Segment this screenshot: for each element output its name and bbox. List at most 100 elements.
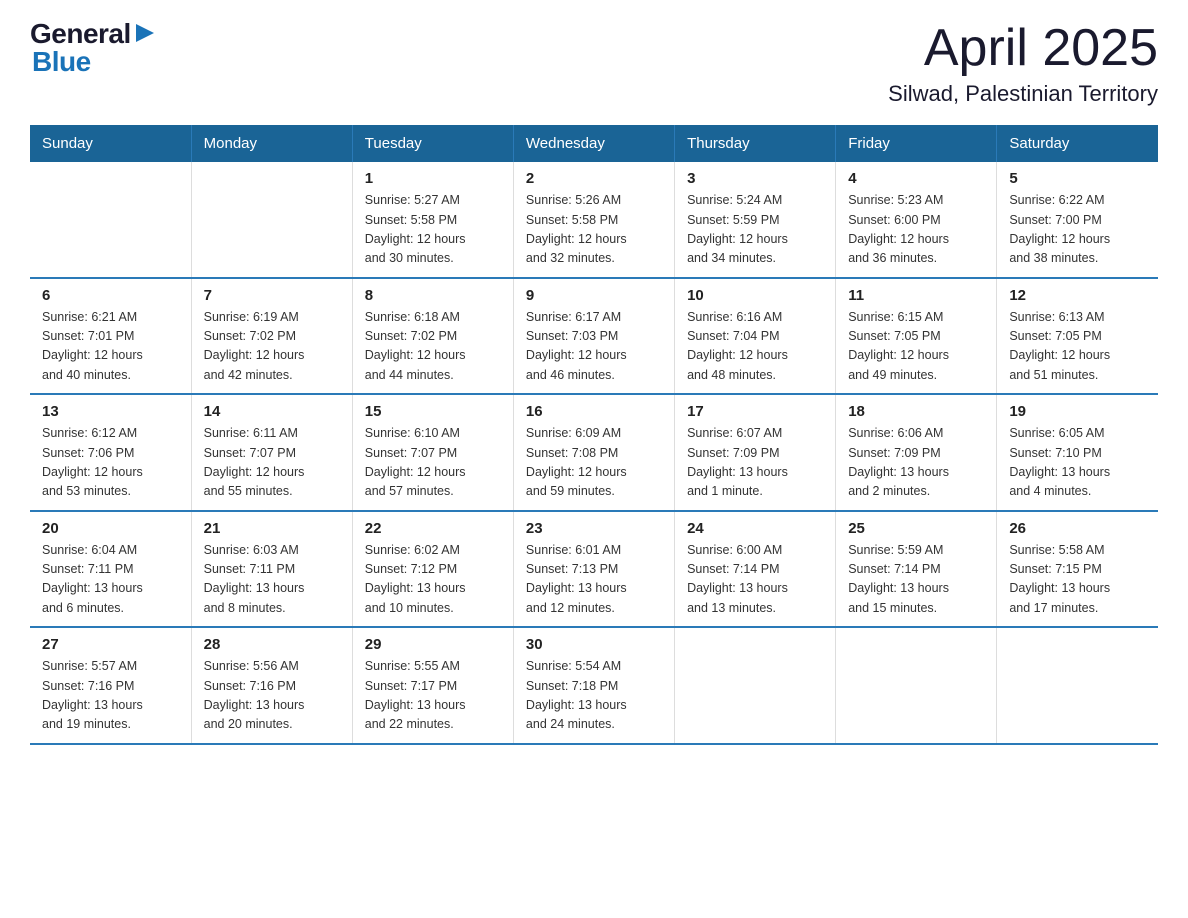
- calendar-cell: 22 Sunrise: 6:02 AM Sunset: 7:12 PM Dayli…: [352, 511, 513, 628]
- calendar-week-row: 13 Sunrise: 6:12 AM Sunset: 7:06 PM Dayli…: [30, 394, 1158, 511]
- calendar-cell: 12 Sunrise: 6:13 AM Sunset: 7:05 PM Dayli…: [997, 278, 1158, 395]
- calendar-cell: 3Sunrise: 5:24 AM Sunset: 5:59 PM Daylig…: [675, 162, 836, 278]
- day-number: 19: [1009, 403, 1146, 420]
- day-info: Sunrise: 6:12 AM Sunset: 7:06 PM Dayligh…: [42, 424, 179, 502]
- day-of-week-header: Thursday: [675, 125, 836, 162]
- calendar-cell: [191, 162, 352, 278]
- calendar-cell: 10 Sunrise: 6:16 AM Sunset: 7:04 PM Dayli…: [675, 278, 836, 395]
- calendar-week-row: 1Sunrise: 5:27 AM Sunset: 5:58 PM Daylig…: [30, 162, 1158, 278]
- calendar-cell: [997, 627, 1158, 744]
- calendar-cell: 24 Sunrise: 6:00 AM Sunset: 7:14 PM Dayli…: [675, 511, 836, 628]
- calendar-cell: 11 Sunrise: 6:15 AM Sunset: 7:05 PM Dayli…: [836, 278, 997, 395]
- calendar-cell: [30, 162, 191, 278]
- day-info: Sunrise: 6:04 AM Sunset: 7:11 PM Dayligh…: [42, 541, 179, 619]
- day-number: 8: [365, 287, 501, 304]
- day-number: 24: [687, 520, 823, 537]
- day-info: Sunrise: 5:54 AM Sunset: 7:18 PM Dayligh…: [526, 657, 662, 735]
- day-number: 18: [848, 403, 984, 420]
- calendar-cell: 15Sunrise: 6:10 AM Sunset: 7:07 PM Dayli…: [352, 394, 513, 511]
- day-info: Sunrise: 6:03 AM Sunset: 7:11 PM Dayligh…: [204, 541, 340, 619]
- calendar-cell: 27Sunrise: 5:57 AM Sunset: 7:16 PM Dayli…: [30, 627, 191, 744]
- calendar-week-row: 20 Sunrise: 6:04 AM Sunset: 7:11 PM Dayli…: [30, 511, 1158, 628]
- day-number: 23: [526, 520, 662, 537]
- day-of-week-header: Wednesday: [513, 125, 674, 162]
- calendar-cell: 20 Sunrise: 6:04 AM Sunset: 7:11 PM Dayli…: [30, 511, 191, 628]
- day-info: Sunrise: 6:07 AM Sunset: 7:09 PM Dayligh…: [687, 424, 823, 502]
- logo-arrow-icon: [134, 22, 156, 44]
- calendar-cell: 25 Sunrise: 5:59 AM Sunset: 7:14 PM Dayli…: [836, 511, 997, 628]
- day-number: 14: [204, 403, 340, 420]
- day-info: Sunrise: 6:22 AM Sunset: 7:00 PM Dayligh…: [1009, 191, 1146, 269]
- day-info: Sunrise: 5:58 AM Sunset: 7:15 PM Dayligh…: [1009, 541, 1146, 619]
- day-info: Sunrise: 6:16 AM Sunset: 7:04 PM Dayligh…: [687, 308, 823, 386]
- day-info: Sunrise: 6:15 AM Sunset: 7:05 PM Dayligh…: [848, 308, 984, 386]
- day-info: Sunrise: 5:27 AM Sunset: 5:58 PM Dayligh…: [365, 191, 501, 269]
- day-info: Sunrise: 6:01 AM Sunset: 7:13 PM Dayligh…: [526, 541, 662, 619]
- page-subtitle: Silwad, Palestinian Territory: [888, 81, 1158, 107]
- day-number: 3: [687, 170, 823, 187]
- calendar-cell: 5 Sunrise: 6:22 AM Sunset: 7:00 PM Daylig…: [997, 162, 1158, 278]
- day-number: 11: [848, 287, 984, 304]
- day-number: 26: [1009, 520, 1146, 537]
- day-number: 20: [42, 520, 179, 537]
- day-of-week-header: Friday: [836, 125, 997, 162]
- day-of-week-header: Sunday: [30, 125, 191, 162]
- day-info: Sunrise: 6:06 AM Sunset: 7:09 PM Dayligh…: [848, 424, 984, 502]
- day-number: 12: [1009, 287, 1146, 304]
- day-info: Sunrise: 6:21 AM Sunset: 7:01 PM Dayligh…: [42, 308, 179, 386]
- day-number: 7: [204, 287, 340, 304]
- day-number: 6: [42, 287, 179, 304]
- day-number: 22: [365, 520, 501, 537]
- day-info: Sunrise: 6:18 AM Sunset: 7:02 PM Dayligh…: [365, 308, 501, 386]
- day-info: Sunrise: 6:00 AM Sunset: 7:14 PM Dayligh…: [687, 541, 823, 619]
- day-info: Sunrise: 6:05 AM Sunset: 7:10 PM Dayligh…: [1009, 424, 1146, 502]
- day-of-week-header: Saturday: [997, 125, 1158, 162]
- day-number: 13: [42, 403, 179, 420]
- day-number: 5: [1009, 170, 1146, 187]
- day-info: Sunrise: 5:56 AM Sunset: 7:16 PM Dayligh…: [204, 657, 340, 735]
- day-number: 29: [365, 636, 501, 653]
- calendar-week-row: 27Sunrise: 5:57 AM Sunset: 7:16 PM Dayli…: [30, 627, 1158, 744]
- day-info: Sunrise: 6:13 AM Sunset: 7:05 PM Dayligh…: [1009, 308, 1146, 386]
- calendar-cell: 28Sunrise: 5:56 AM Sunset: 7:16 PM Dayli…: [191, 627, 352, 744]
- day-number: 21: [204, 520, 340, 537]
- day-info: Sunrise: 5:59 AM Sunset: 7:14 PM Dayligh…: [848, 541, 984, 619]
- calendar-cell: 13 Sunrise: 6:12 AM Sunset: 7:06 PM Dayli…: [30, 394, 191, 511]
- calendar-cell: 9 Sunrise: 6:17 AM Sunset: 7:03 PM Daylig…: [513, 278, 674, 395]
- day-info: Sunrise: 5:57 AM Sunset: 7:16 PM Dayligh…: [42, 657, 179, 735]
- calendar-cell: 23 Sunrise: 6:01 AM Sunset: 7:13 PM Dayli…: [513, 511, 674, 628]
- day-number: 15: [365, 403, 501, 420]
- day-number: 16: [526, 403, 662, 420]
- page-title: April 2025: [888, 20, 1158, 77]
- calendar-cell: 29 Sunrise: 5:55 AM Sunset: 7:17 PM Dayli…: [352, 627, 513, 744]
- calendar-cell: 30 Sunrise: 5:54 AM Sunset: 7:18 PM Dayli…: [513, 627, 674, 744]
- day-number: 9: [526, 287, 662, 304]
- day-info: Sunrise: 6:02 AM Sunset: 7:12 PM Dayligh…: [365, 541, 501, 619]
- calendar-cell: 16Sunrise: 6:09 AM Sunset: 7:08 PM Dayli…: [513, 394, 674, 511]
- calendar-cell: 1Sunrise: 5:27 AM Sunset: 5:58 PM Daylig…: [352, 162, 513, 278]
- calendar-cell: 4Sunrise: 5:23 AM Sunset: 6:00 PM Daylig…: [836, 162, 997, 278]
- day-info: Sunrise: 5:26 AM Sunset: 5:58 PM Dayligh…: [526, 191, 662, 269]
- calendar-cell: [675, 627, 836, 744]
- logo-blue-text: Blue: [30, 48, 91, 76]
- calendar-cell: 18 Sunrise: 6:06 AM Sunset: 7:09 PM Dayli…: [836, 394, 997, 511]
- logo: General Blue: [30, 20, 156, 76]
- day-info: Sunrise: 6:17 AM Sunset: 7:03 PM Dayligh…: [526, 308, 662, 386]
- day-number: 10: [687, 287, 823, 304]
- day-number: 30: [526, 636, 662, 653]
- page-header: General Blue April 2025 Silwad, Palestin…: [30, 20, 1158, 107]
- calendar-cell: 26 Sunrise: 5:58 AM Sunset: 7:15 PM Dayli…: [997, 511, 1158, 628]
- day-info: Sunrise: 6:19 AM Sunset: 7:02 PM Dayligh…: [204, 308, 340, 386]
- day-info: Sunrise: 5:23 AM Sunset: 6:00 PM Dayligh…: [848, 191, 984, 269]
- day-number: 17: [687, 403, 823, 420]
- day-of-week-header: Monday: [191, 125, 352, 162]
- title-block: April 2025 Silwad, Palestinian Territory: [888, 20, 1158, 107]
- calendar-cell: 21 Sunrise: 6:03 AM Sunset: 7:11 PM Dayli…: [191, 511, 352, 628]
- calendar-cell: 7 Sunrise: 6:19 AM Sunset: 7:02 PM Daylig…: [191, 278, 352, 395]
- calendar-header-row: SundayMondayTuesdayWednesdayThursdayFrid…: [30, 125, 1158, 162]
- calendar-cell: 2Sunrise: 5:26 AM Sunset: 5:58 PM Daylig…: [513, 162, 674, 278]
- calendar-week-row: 6 Sunrise: 6:21 AM Sunset: 7:01 PM Daylig…: [30, 278, 1158, 395]
- calendar-cell: 17 Sunrise: 6:07 AM Sunset: 7:09 PM Dayli…: [675, 394, 836, 511]
- day-number: 25: [848, 520, 984, 537]
- day-info: Sunrise: 5:55 AM Sunset: 7:17 PM Dayligh…: [365, 657, 501, 735]
